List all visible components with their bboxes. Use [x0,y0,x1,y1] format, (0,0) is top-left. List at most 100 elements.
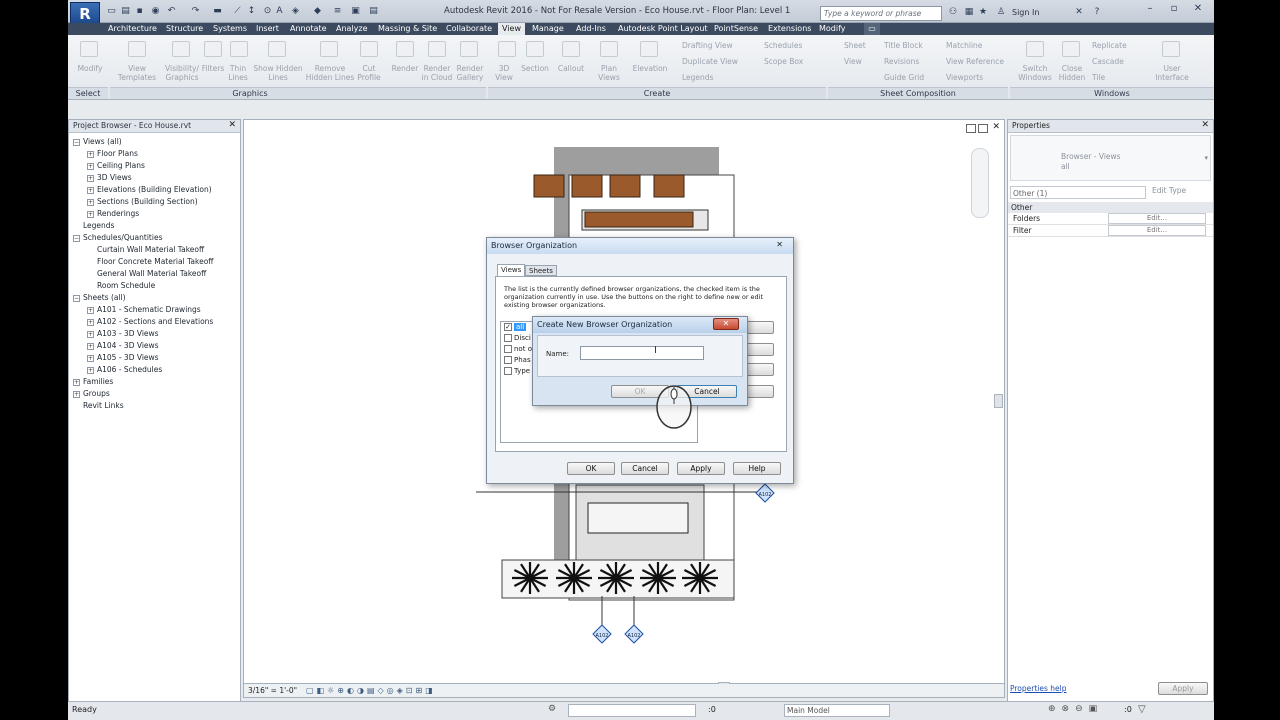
render-button[interactable]: Render [390,64,420,73]
type-selector[interactable]: Browser - Views all ▾ [1010,135,1211,181]
save-icon[interactable]: ▪ [134,6,145,17]
tree-item[interactable]: + A106 - Schedules [73,364,238,376]
undo-icon[interactable]: ↶ [166,6,177,17]
sheet-button[interactable]: Sheet [844,41,866,50]
expand-icon[interactable]: + [87,330,94,338]
view-reference-button[interactable]: View Reference [946,57,1004,66]
tree-item[interactable]: Floor Concrete Material Takeoff [73,256,238,268]
tree-item[interactable]: − Views (all) [73,136,238,148]
tree-item[interactable]: Room Schedule [73,280,238,292]
switch-windows-icon[interactable]: ▤ [368,6,379,17]
title-block-button[interactable]: Title Block [884,41,923,50]
tab-views[interactable]: Views [497,264,526,276]
apply-button[interactable]: Apply [677,462,725,475]
filters-button[interactable]: Filters [198,64,228,73]
callout-icon[interactable] [562,41,580,57]
view-control-icons[interactable]: ▢◧☼⊕◐◑▤◇◎◈⊡⊞◨ [306,686,436,695]
elevation-icon[interactable] [640,41,658,57]
sign-in-link[interactable]: Sign In [1012,8,1039,17]
section-button-icon[interactable] [526,41,544,57]
checkbox[interactable] [504,367,512,375]
section-button[interactable]: Section [518,64,552,73]
tab-manage[interactable]: Manage [532,23,564,35]
worksets-icon[interactable]: ⚙ [548,704,556,714]
instance-selector[interactable]: Other (1) [1010,186,1146,199]
tree-item[interactable]: − Schedules/Quantities [73,232,238,244]
expand-icon[interactable]: + [87,354,94,362]
legends-button[interactable]: Legends [682,73,713,82]
tree-item[interactable]: + Renderings [73,208,238,220]
properties-help-link[interactable]: Properties help [1010,684,1067,693]
apply-button[interactable]: Apply [1158,682,1208,695]
tab-collaborate[interactable]: Collaborate [446,23,492,35]
filter-edit-button[interactable]: Edit... [1108,225,1206,236]
render-in-cloud-button[interactable]: Render in Cloud [420,64,454,82]
visibility-graphics-icon[interactable] [172,41,190,57]
thin-lines-icon[interactable]: ≡ [332,6,343,17]
cut-profile-icon[interactable] [360,41,378,57]
ok-button[interactable]: OK [567,462,615,475]
create-panel-label[interactable]: Create [488,87,826,99]
matchline-button[interactable]: Matchline [946,41,982,50]
view-templates-icon[interactable] [128,41,146,57]
show-hidden-lines-button[interactable]: Show Hidden Lines [250,64,306,82]
modify-button[interactable]: Modify [74,64,106,73]
design-option-dropdown[interactable]: Main Model [784,704,890,717]
tab-insert[interactable]: Insert [256,23,279,35]
remove-hidden-lines-button[interactable]: Remove Hidden Lines [304,64,356,82]
render-cloud-icon[interactable] [428,41,446,57]
collapse-icon[interactable]: − [73,234,80,242]
section-tag-middle[interactable]: A102 [624,624,644,644]
3d-view-button[interactable]: 3D View [492,64,516,82]
print-icon[interactable]: ▬ [212,6,223,17]
tree-item[interactable]: + Groups [73,388,238,400]
expand-icon[interactable]: + [87,174,94,182]
plan-views-button[interactable]: Plan Views [596,64,622,82]
measure-icon[interactable]: ⟋ [232,6,243,17]
checkbox[interactable] [504,345,512,353]
collapse-icon[interactable]: − [73,294,80,302]
tab-modify[interactable]: Modify [819,23,846,35]
section-other[interactable]: Other [1008,202,1213,213]
open-icon[interactable]: ▭ [106,6,117,17]
dimension-icon[interactable]: ↕ [246,6,257,17]
tab-point-layout[interactable]: Autodesk Point Layout [618,23,708,35]
checkbox[interactable] [504,334,512,342]
windows-panel-label[interactable]: Windows [1010,87,1214,99]
thin-lines-button[interactable]: Thin Lines [226,64,250,82]
close-icon[interactable]: ✕ [776,240,783,249]
tree-item[interactable]: + Ceiling Plans [73,160,238,172]
exchange-icon[interactable]: ✕ [1074,7,1084,17]
graphics-panel-label[interactable]: Graphics [110,87,390,99]
text-icon[interactable]: A [274,6,285,17]
tree-item[interactable]: Curtain Wall Material Takeoff [73,244,238,256]
tile-button[interactable]: Tile [1092,73,1105,82]
tab-massing-site[interactable]: Massing & Site [378,23,437,35]
edit-type-button[interactable]: Edit Type [1152,186,1186,195]
cut-profile-button[interactable]: Cut Profile [354,64,384,82]
viewports-button[interactable]: Viewports [946,73,983,82]
replicate-button[interactable]: Replicate [1092,41,1127,50]
expand-icon[interactable]: + [73,390,80,398]
filter-icon[interactable]: ▽ [1138,704,1146,715]
expand-icon[interactable]: + [87,162,94,170]
tree-item[interactable]: + A102 - Sections and Elevations [73,316,238,328]
section-tag-right[interactable]: A102 [755,483,775,503]
tab-analyze[interactable]: Analyze [336,23,368,35]
tree-item[interactable]: + A104 - 3D Views [73,340,238,352]
close-hidden-button[interactable]: Close Hidden [1056,64,1088,82]
tree-item[interactable]: − Sheets (all) [73,292,238,304]
close-icon[interactable]: ✕ [1201,120,1209,130]
name-input[interactable] [580,346,704,360]
tree-item[interactable]: + A103 - 3D Views [73,328,238,340]
schedules-button[interactable]: Schedules [764,41,802,50]
tab-sheets[interactable]: Sheets [525,265,557,276]
view-button[interactable]: View [844,57,862,66]
cancel-button[interactable]: Cancel [621,462,669,475]
expand-icon[interactable]: + [87,210,94,218]
show-hidden-lines-icon[interactable] [268,41,286,57]
tree-item[interactable]: + Floor Plans [73,148,238,160]
minimize-icon[interactable]: – [1140,2,1160,16]
expand-icon[interactable]: + [73,378,80,386]
close-icon[interactable]: ✕ [228,120,236,130]
